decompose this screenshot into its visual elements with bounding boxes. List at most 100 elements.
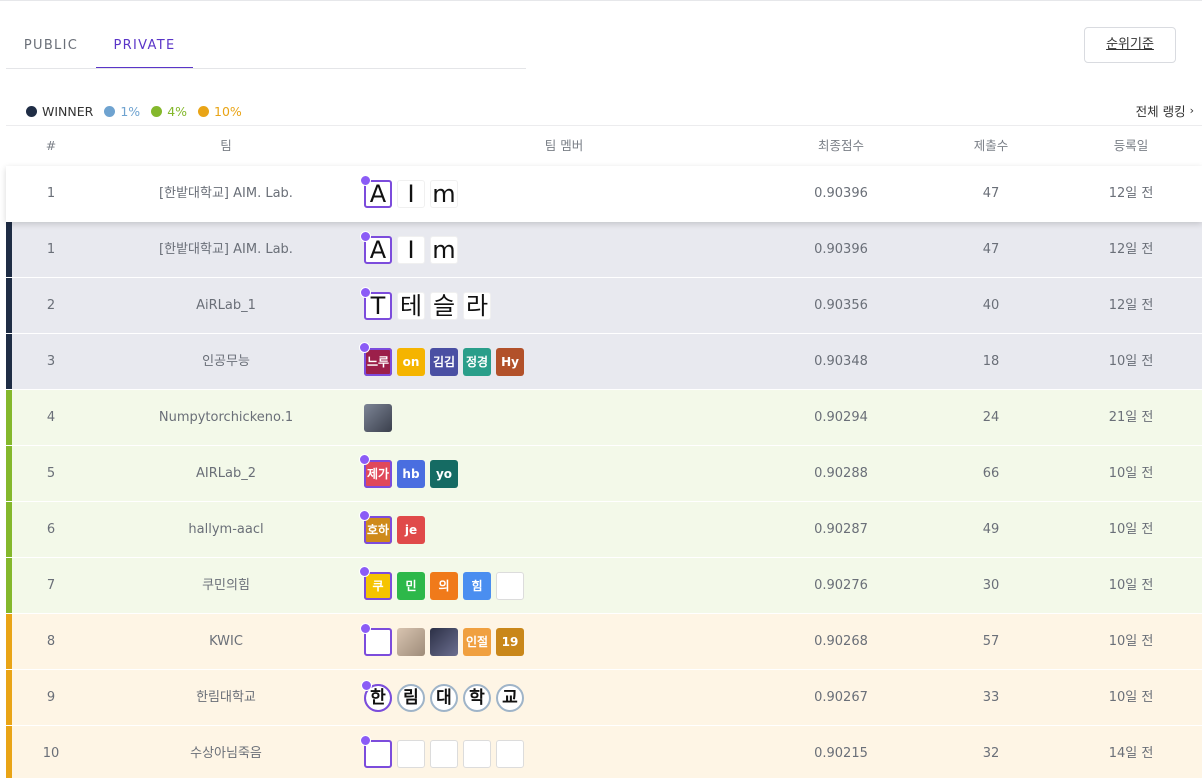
table-row[interactable]: 3 인공무능 느루 on 김김 정경 Hy 0.90348 18 10일 전 [6,334,1202,390]
team-name-cell[interactable]: KWIC [126,614,326,670]
member-avatar[interactable]: 제가 [359,454,392,488]
team-leader-badge-icon [359,510,370,521]
team-name-cell[interactable]: [한밭대학교] AIM. Lab. [126,166,326,222]
member-avatar[interactable]: 테 [397,292,425,320]
member-avatar-label: 라 [465,292,489,320]
team-members-cell: 인절 19 [360,614,764,670]
team-name-cell[interactable]: 수상아님죽음 [126,726,326,778]
member-avatar[interactable] [397,628,425,656]
date-cell: 10일 전 [1108,354,1154,369]
member-avatar[interactable]: 인절 [463,628,491,656]
member-avatar[interactable]: on [397,348,425,376]
table-row[interactable]: 6 hallym-aacl 호하 je 0.90287 49 10일 전 [6,502,1202,558]
member-avatar[interactable]: 대 [430,684,458,712]
team-leader-badge-icon [360,175,371,186]
member-avatar[interactable]: 학 [463,684,491,712]
member-avatar[interactable]: 한 [361,680,392,712]
submissions-cell: 57 [982,634,1000,649]
team-name-cell[interactable]: 한림대학교 [126,670,326,726]
table-row[interactable]: 8 KWIC 인절 19 0.90268 57 10일 전 [6,614,1202,670]
table-row[interactable]: 5 AIRLab_2 제가 hb yo 0.90288 66 10일 전 [6,446,1202,502]
team-name-cell[interactable]: hallym-aacl [126,502,326,558]
member-avatar[interactable]: 라 [463,292,491,320]
member-avatar-label: on [402,355,420,369]
member-avatar[interactable]: 19 [496,628,524,656]
top-divider [0,0,1202,1]
member-avatar[interactable] [360,623,392,656]
member-avatar[interactable] [360,735,392,768]
table-row[interactable]: 7 쿠민의힘 쿠 민 의 힘 0.90276 30 10일 전 [6,558,1202,614]
rank-cell: 1 [46,242,56,257]
tab-public[interactable]: PUBLIC [6,24,96,69]
my-team-row[interactable]: 1 [한밭대학교] AIM. Lab. A Im 0.90396 47 12일 전 [6,166,1202,222]
member-avatar[interactable]: 김김 [430,348,458,376]
team-name-cell[interactable]: AiRLab_1 [126,278,326,334]
column-score: 최종점수 [817,138,864,153]
table-row[interactable]: 9 한림대학교 한 림 대 학 교 0.90267 33 10일 전 [6,670,1202,726]
rank-cell: 4 [46,410,56,425]
member-avatar-label: I [407,180,415,208]
ranking-criteria-button[interactable]: 순위기준 [1084,27,1176,63]
column-team: 팀 [220,138,232,153]
member-avatar-label: Hy [501,355,519,369]
team-name-cell[interactable]: AIRLab_2 [126,446,326,502]
member-avatar[interactable]: je [397,516,425,544]
table-row[interactable]: 4 Numpytorchickeno.1 0.90294 24 21일 전 [6,390,1202,446]
member-avatar[interactable]: 호하 [359,510,392,544]
team-name-cell[interactable]: 인공무능 [126,334,326,390]
member-avatar[interactable] [463,740,491,768]
score-cell: 0.90287 [814,522,868,537]
member-avatar[interactable]: 교 [496,684,524,712]
member-avatar[interactable]: 느루 [359,342,392,376]
member-avatar-label: m [432,236,456,264]
team-name-cell[interactable]: 쿠민의힘 [126,558,326,614]
member-avatar-label: T [370,292,386,320]
member-avatar[interactable]: I [397,180,425,208]
member-avatar[interactable]: Hy [496,348,524,376]
table-row[interactable]: 10 수상아님죽음 0.90215 32 14일 전 [6,726,1202,778]
table-row[interactable]: 2 AiRLab_1 T 테 슬 라 0.90356 40 12일 전 [6,278,1202,334]
member-avatar[interactable]: m [430,180,458,208]
tier-legend: WINNER 1% 4% 10% [26,102,253,120]
member-avatar[interactable]: hb [397,460,425,488]
team-name-cell[interactable]: [한밭대학교] AIM. Lab. [126,222,326,278]
all-ranking-link[interactable]: 전체 랭킹 › [1136,101,1194,120]
column-date: 등록일 [1113,138,1149,153]
tabs-divider [6,68,526,69]
submissions-cell: 32 [982,746,1000,761]
member-avatar[interactable] [496,740,524,768]
member-avatar[interactable]: m [430,236,458,264]
member-avatar[interactable] [496,572,524,600]
member-avatar-label: 교 [502,687,518,708]
score-cell: 0.90268 [814,634,868,649]
member-avatar[interactable]: T [360,287,392,320]
member-avatar[interactable]: 쿠 [359,566,392,600]
member-avatar[interactable]: 슬 [430,292,458,320]
member-avatar[interactable] [397,740,425,768]
member-avatar[interactable] [364,404,392,432]
legend-winner: WINNER [26,104,93,119]
member-avatar[interactable]: 정경 [463,348,491,376]
date-cell: 21일 전 [1108,410,1154,425]
table-row[interactable]: 1 [한밭대학교] AIM. Lab. A Im 0.90396 47 12일 전 [6,222,1202,278]
member-avatar[interactable]: yo [430,460,458,488]
team-members-cell: AIm [360,222,764,278]
team-members-cell: 제가 hb yo [359,446,764,502]
date-cell: 10일 전 [1108,634,1154,649]
submissions-cell: 40 [982,298,1000,313]
member-avatar[interactable]: A [360,231,392,264]
member-avatar[interactable]: 의 [430,572,458,600]
member-avatar-label: 느루 [366,355,390,369]
member-avatar[interactable]: 힘 [463,572,491,600]
legend-1pct: 1% [104,104,140,119]
member-avatar[interactable]: A [360,175,392,208]
tab-private[interactable]: PRIVATE [96,24,193,69]
member-avatar[interactable] [430,740,458,768]
legend-1pct-label: 1% [120,103,141,119]
member-avatar[interactable]: 림 [397,684,425,712]
member-avatar[interactable]: 민 [397,572,425,600]
member-avatar-label: 인절 [465,635,489,649]
member-avatar[interactable] [430,628,458,656]
member-avatar[interactable]: I [397,236,425,264]
team-name-cell[interactable]: Numpytorchickeno.1 [126,390,326,446]
